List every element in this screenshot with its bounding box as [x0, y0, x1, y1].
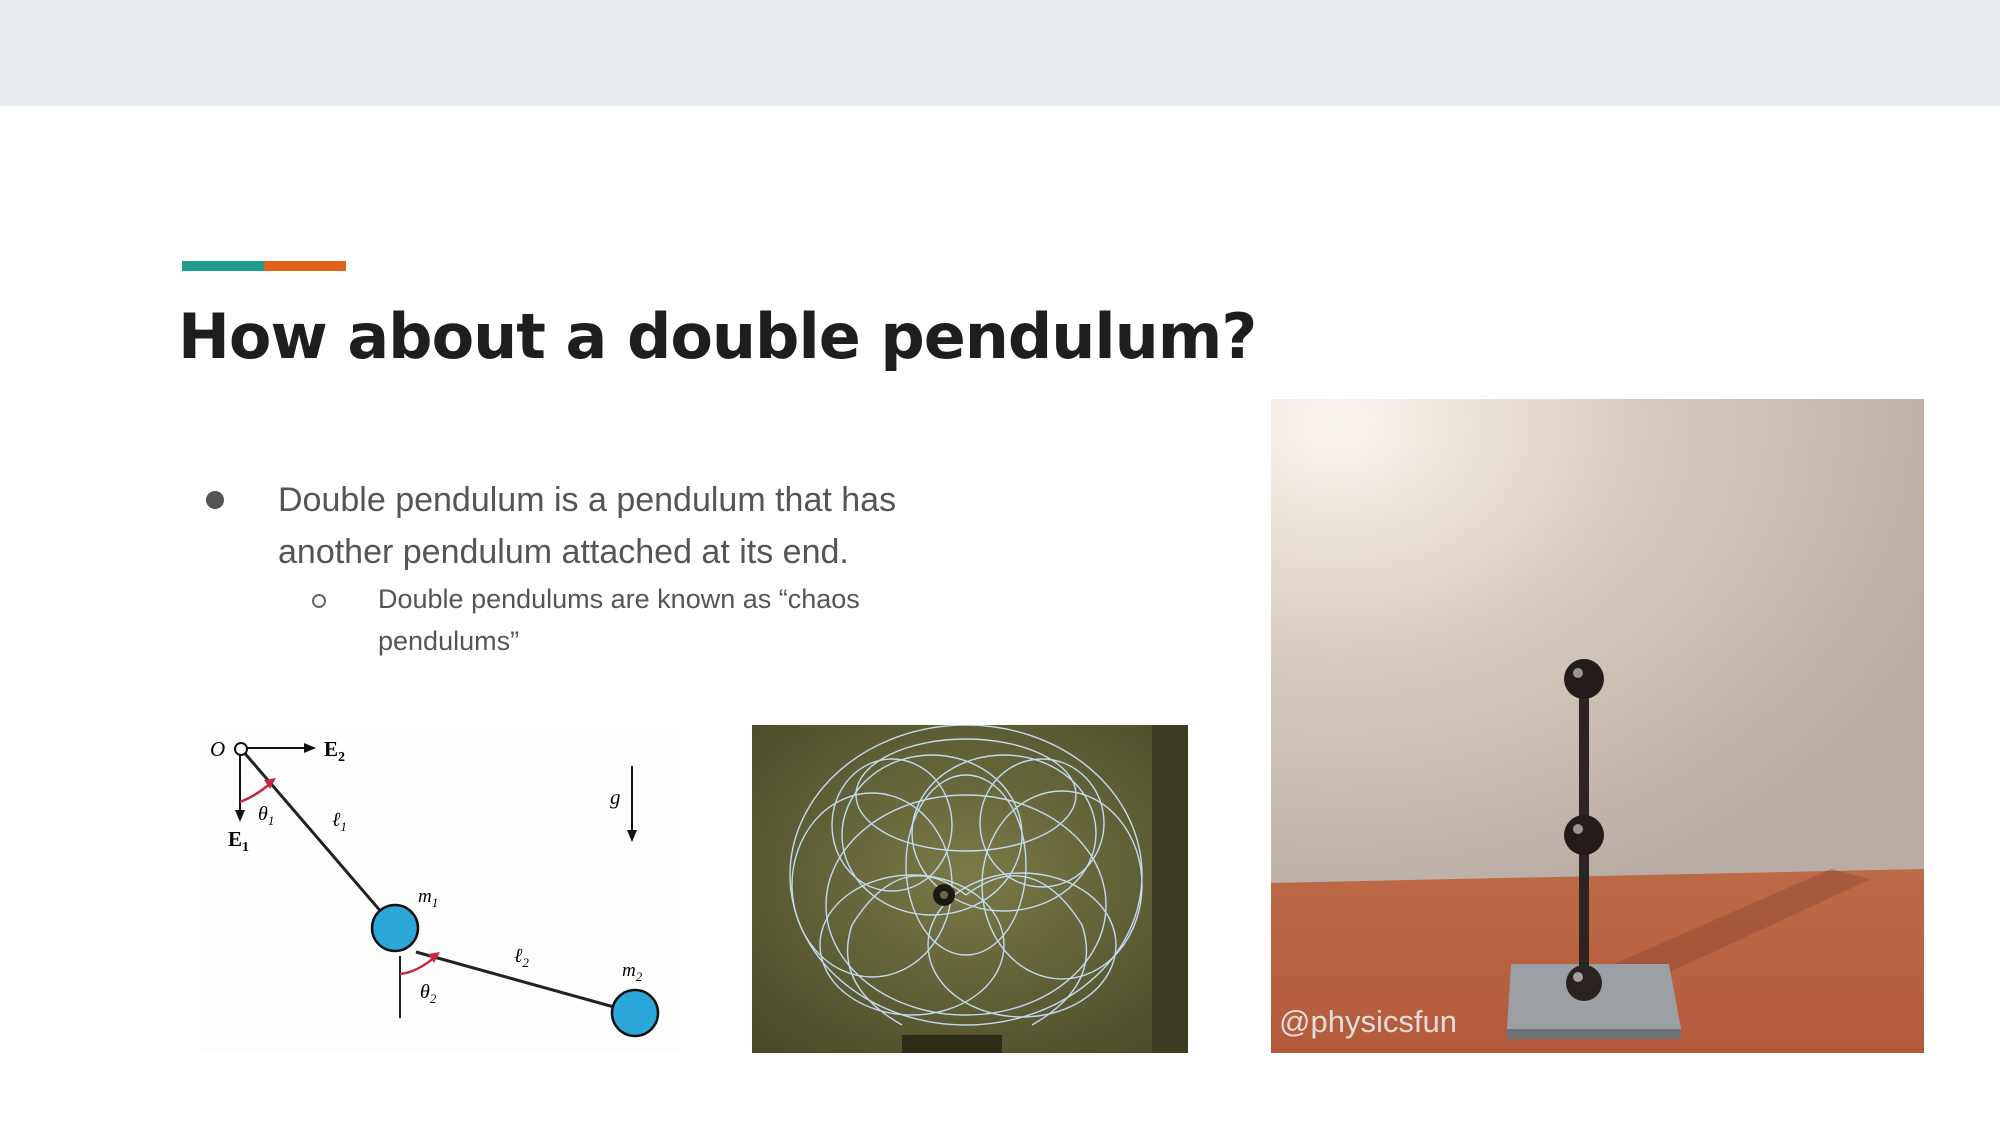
label-origin: O [210, 737, 225, 761]
mass-2-bob [610, 988, 660, 1038]
sub-bullet-text: Double pendulums are known as “chaos pen… [378, 584, 860, 656]
double-pendulum-diagram: O E2 E1 θ1 ℓ1 m1 ℓ2 θ2 m2 g [200, 730, 680, 1052]
bullet-icon [206, 491, 224, 509]
pivot-point [234, 742, 248, 756]
top-bar [0, 0, 2000, 106]
sub-bullet-icon [312, 594, 326, 608]
accent-bar-orange [264, 261, 346, 271]
accent-bar-teal [182, 261, 264, 271]
double-pendulum-photo [1271, 399, 1924, 1053]
mass-1-bob [370, 903, 420, 953]
photo-credit: @physicsfun [1279, 1004, 1457, 1039]
slide-title: How about a double pendulum? [178, 300, 1257, 373]
light-trace-photo [752, 725, 1188, 1053]
bullet-text: Double pendulum is a pendulum that has a… [278, 481, 897, 571]
label-gravity: g [610, 785, 621, 809]
